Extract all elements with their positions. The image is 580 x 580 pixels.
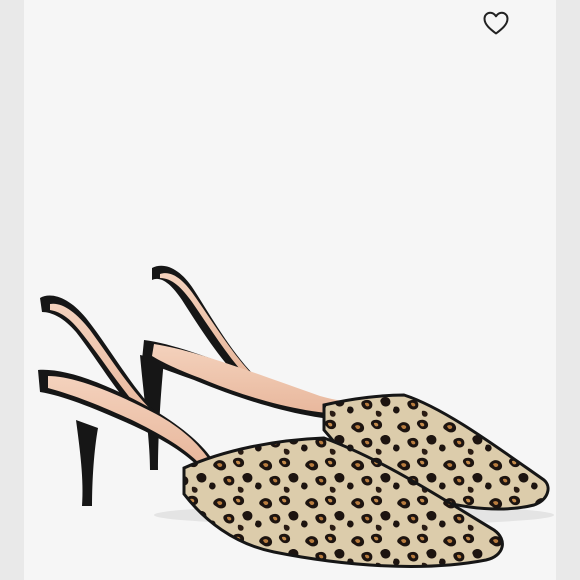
listing-image-viewer <box>0 0 580 580</box>
shoes-illustration <box>38 265 554 568</box>
right-padding <box>556 0 580 580</box>
product-photo[interactable] <box>24 0 556 580</box>
favorite-button[interactable] <box>482 10 514 40</box>
heart-outline-icon <box>483 11 509 35</box>
left-padding <box>0 0 24 580</box>
